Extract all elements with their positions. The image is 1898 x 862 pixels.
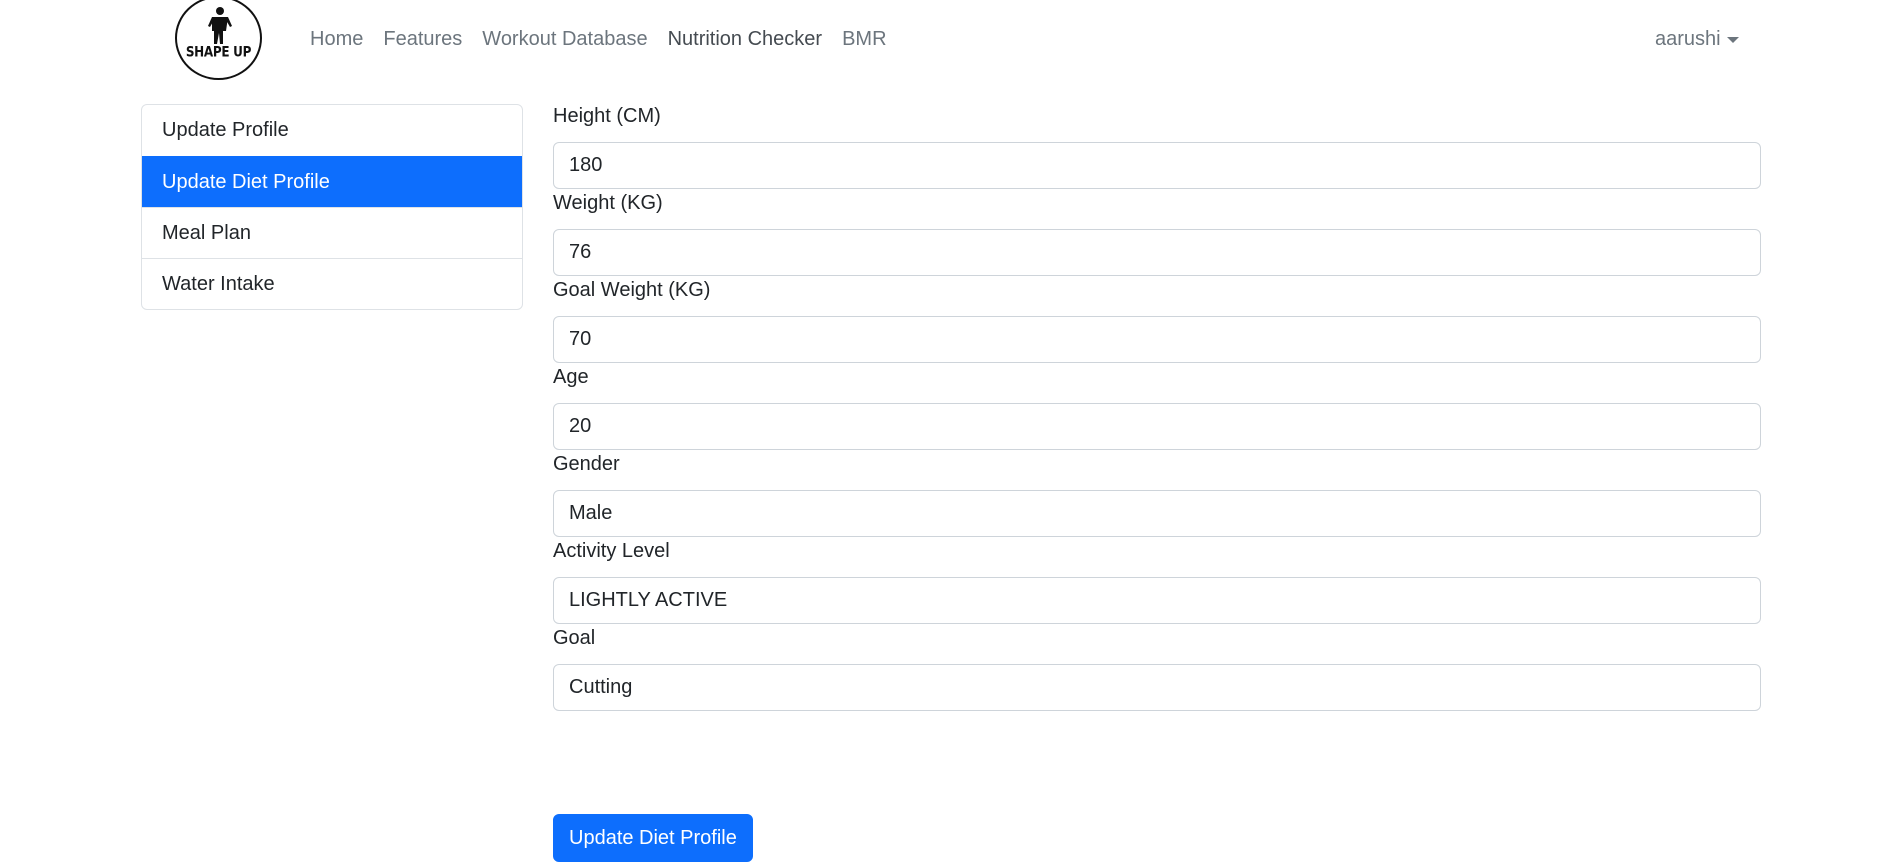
nav-link-features[interactable]: Features [373, 24, 472, 54]
sidebar-item-update-diet-profile[interactable]: Update Diet Profile [142, 156, 522, 207]
username: aarushi [1655, 28, 1721, 50]
profile-sidebar: Update Profile Update Diet Profile Meal … [141, 104, 523, 310]
activity-level-group: Activity Level [553, 529, 1761, 626]
logo-text: SHAPE UP [185, 43, 252, 61]
height-group: Height (CM) [553, 94, 1761, 191]
age-group: Age [553, 355, 1761, 452]
nav-link-home[interactable]: Home [300, 24, 373, 54]
gender-label: Gender [553, 453, 620, 475]
sidebar-item-meal-plan[interactable]: Meal Plan [142, 207, 522, 258]
nav-link-bmr[interactable]: BMR [832, 24, 896, 54]
age-label: Age [553, 366, 589, 388]
sidebar-item-update-profile[interactable]: Update Profile [142, 105, 522, 156]
weight-group: Weight (KG) [553, 181, 1761, 278]
gender-group: Gender [553, 442, 1761, 539]
goal-group: Goal [553, 616, 1761, 713]
top-navbar: SHAPE UP Home Features Workout Database … [0, 0, 1898, 80]
goal-weight-group: Goal Weight (KG) [553, 268, 1761, 365]
activity-level-label: Activity Level [553, 540, 670, 562]
weight-label: Weight (KG) [553, 192, 663, 214]
running-figure-icon [208, 7, 232, 44]
nav-link-nutrition-checker[interactable]: Nutrition Checker [658, 24, 833, 54]
sidebar-item-water-intake[interactable]: Water Intake [142, 258, 522, 309]
goal-input[interactable] [553, 664, 1761, 711]
diet-profile-form: Height (CM) Weight (KG) Goal Weight (KG)… [553, 104, 1761, 713]
goal-label: Goal [553, 627, 596, 649]
nav-links: Home Features Workout Database Nutrition… [300, 24, 897, 54]
goal-weight-label: Goal Weight (KG) [553, 279, 711, 301]
brand-logo[interactable]: SHAPE UP [175, 0, 262, 80]
height-label: Height (CM) [553, 105, 661, 127]
update-diet-profile-button[interactable]: Update Diet Profile [553, 814, 753, 862]
nav-link-workout-database[interactable]: Workout Database [472, 24, 657, 54]
user-dropdown[interactable]: aarushi [1655, 24, 1739, 54]
caret-down-icon [1726, 37, 1739, 43]
